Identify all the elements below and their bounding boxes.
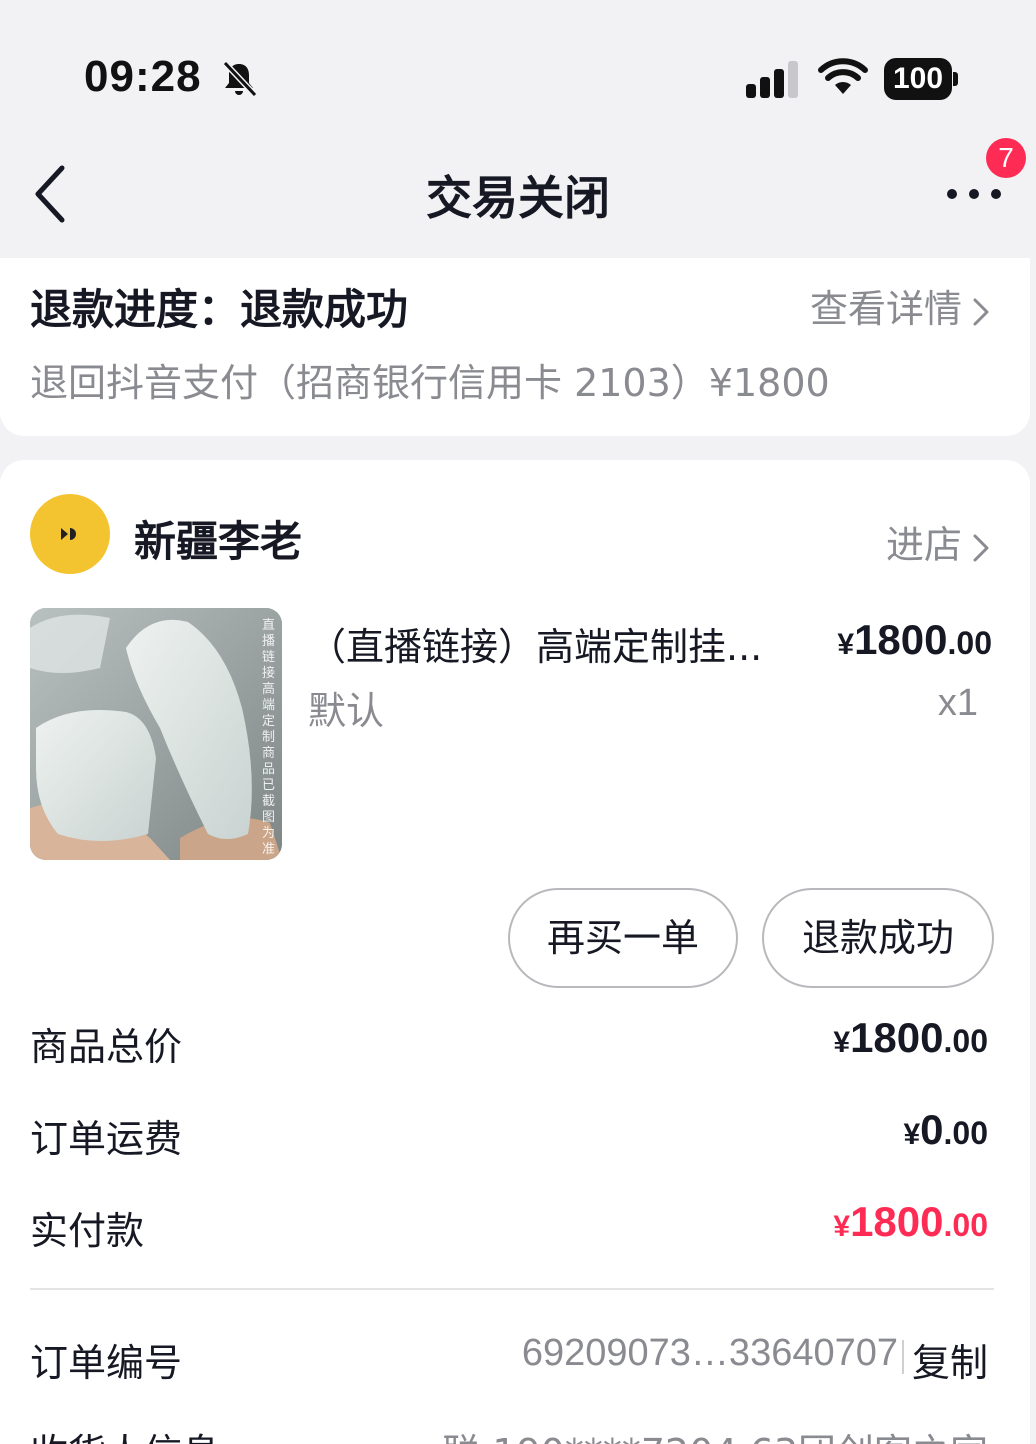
summary-label-total: 商品总价 <box>30 1025 183 1069</box>
shop-logo-icon <box>61 528 76 540</box>
refund-progress-card: 退款进度：退款成功 查看详情 退回抖音支付（招商银行信用卡 2103）¥1800 <box>0 258 1030 436</box>
receiver-info-value: …聪 190****7204 63团创客之家 <box>404 1422 988 1444</box>
product-spec: 默认 <box>308 689 385 733</box>
page-title: 交易关闭 <box>426 171 610 225</box>
divider <box>30 1288 994 1290</box>
refund-success-button[interactable]: 退款成功 <box>762 888 994 988</box>
nav-bar: 交易关闭 <box>0 140 1036 250</box>
order-number-value: 69209073…33640707 <box>521 1332 898 1374</box>
wifi-icon <box>818 58 868 94</box>
battery-level: 100 <box>884 58 952 100</box>
summary-value-paid: ¥1800.00 <box>833 1198 988 1245</box>
bell-muted-icon <box>222 60 258 98</box>
order-number-label: 订单编号 <box>30 1341 183 1385</box>
product-quantity: x1 <box>937 682 978 724</box>
shop-name[interactable]: 新疆李老 <box>134 508 302 569</box>
status-bar: 09:28 100 <box>0 0 1036 150</box>
refund-status-title: 退款进度：退款成功 <box>30 285 409 334</box>
product-photo <box>30 608 282 860</box>
enter-shop-label: 进店 <box>885 523 962 567</box>
notification-badge: 7 <box>986 138 1026 178</box>
shop-avatar[interactable] <box>30 494 110 574</box>
view-details-label: 查看详情 <box>809 287 962 331</box>
summary-label-shipping: 订单运费 <box>30 1117 183 1161</box>
buy-again-button[interactable]: 再买一单 <box>508 888 738 988</box>
view-details-link[interactable]: 查看详情 <box>810 278 990 333</box>
enter-shop-link[interactable]: 进店 <box>886 514 990 569</box>
copy-separator <box>902 1340 904 1374</box>
more-options-icon[interactable] <box>944 184 1004 204</box>
refund-description: 退回抖音支付（招商银行信用卡 2103）¥1800 <box>30 361 830 405</box>
product-image[interactable]: 直播链接高端定制商品已截图为准 <box>30 608 282 860</box>
chevron-right-icon <box>973 534 989 561</box>
summary-value-total: ¥1800.00 <box>833 1014 988 1061</box>
receiver-info-label: 收货人信息 <box>30 1422 220 1444</box>
order-card: 新疆李老 进店 直播链接高端定制商品已截图为准 （直播链接）高端定制挂... ¥… <box>0 460 1030 1444</box>
summary-value-shipping: ¥0.00 <box>903 1106 988 1153</box>
summary-label-paid: 实付款 <box>30 1209 145 1253</box>
battery-icon: 100 <box>884 58 958 100</box>
chevron-right-icon <box>973 298 989 325</box>
product-title[interactable]: （直播链接）高端定制挂... <box>308 616 768 671</box>
product-image-watermark: 直播链接高端定制商品已截图为准 <box>262 618 276 857</box>
status-time: 09:28 <box>84 52 202 101</box>
product-price: ¥1800.00 <box>837 616 992 663</box>
copy-order-number-button[interactable]: 复制 <box>912 1332 988 1387</box>
cellular-signal-icon <box>746 61 798 98</box>
